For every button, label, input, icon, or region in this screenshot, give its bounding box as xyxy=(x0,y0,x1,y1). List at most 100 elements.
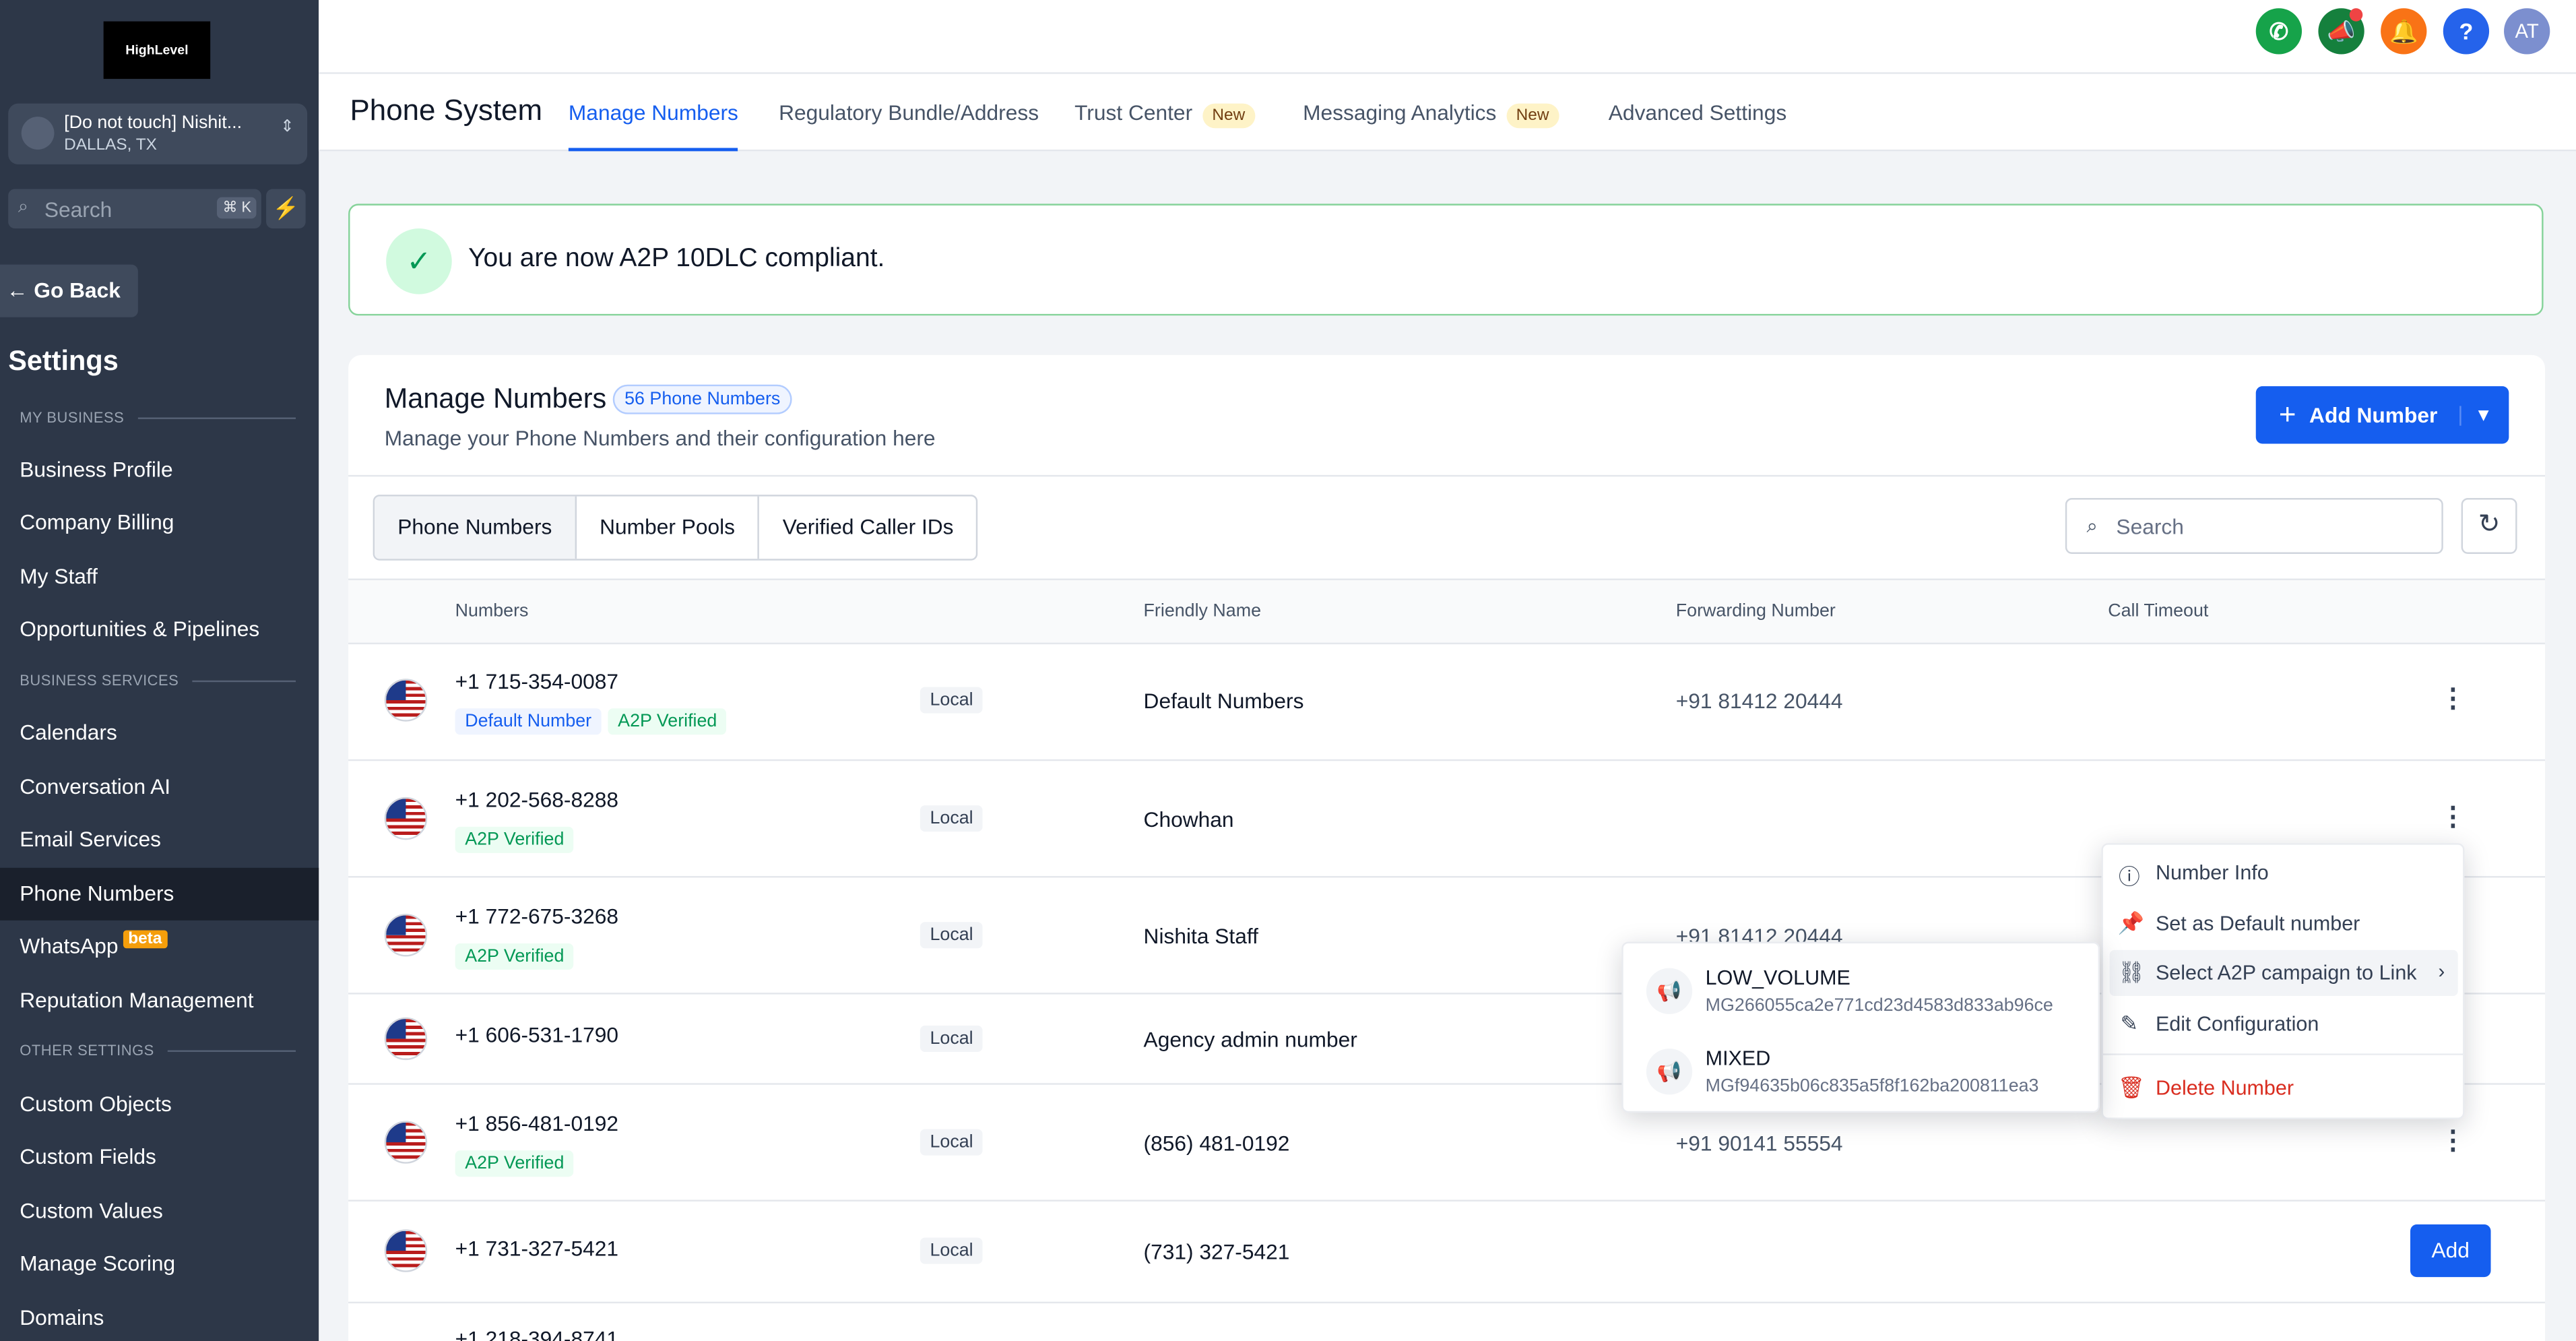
table-row[interactable]: +1 731-327-5421 Local (731) 327-5421 Add xyxy=(348,1202,2546,1304)
phone-number: +1 606-531-1790 xyxy=(455,1022,619,1047)
sidebar-item-manage-scoring[interactable]: Manage Scoring xyxy=(0,1238,319,1290)
refresh-icon[interactable]: ↻ xyxy=(2461,498,2517,554)
tab-trust-center[interactable]: Trust Center New xyxy=(1074,100,1255,148)
link-icon: ⛓ xyxy=(2117,960,2146,985)
friendly-name: (856) 481-0192 xyxy=(1143,1131,1290,1156)
col-call-timeout: Call Timeout xyxy=(2108,601,2209,621)
more-vertical-icon[interactable]: ⋮ xyxy=(2440,682,2466,715)
menu-label: Set as Default number xyxy=(2155,912,2360,935)
trust-center-label: Trust Center xyxy=(1074,100,1193,125)
tab-advanced-settings[interactable]: Advanced Settings xyxy=(1609,100,1786,148)
number-type-badge: Local xyxy=(920,805,984,832)
bell-icon[interactable]: 🔔 xyxy=(2381,8,2427,55)
sidebar-item-email-services[interactable]: Email Services xyxy=(0,813,319,866)
tab-manage-numbers[interactable]: Manage Numbers xyxy=(568,100,738,152)
tab-regulatory-bundle[interactable]: Regulatory Bundle/Address xyxy=(779,100,1039,148)
phone-number: +1 715-354-0087 xyxy=(455,668,619,694)
campaign-option-low-volume[interactable]: 📢 LOW_VOLUME MG266055ca2e771cd23d4583d83… xyxy=(1623,948,2098,1027)
new-badge: New xyxy=(1202,103,1255,129)
phone-number: +1 772-675-3268 xyxy=(455,904,619,929)
sidebar-item-reputation[interactable]: Reputation Management xyxy=(0,974,319,1027)
number-type-badge: Local xyxy=(920,922,984,949)
table-header: Numbers Friendly Name Forwarding Number … xyxy=(348,578,2546,645)
sidebar-item-opportunities[interactable]: Opportunities & Pipelines xyxy=(0,603,319,656)
more-vertical-icon[interactable]: ⋮ xyxy=(2440,801,2466,834)
megaphone-icon[interactable]: 📣 xyxy=(2318,8,2364,55)
sidebar-search-placeholder: Search xyxy=(44,197,112,222)
chevron-down-icon[interactable]: ▼ xyxy=(2459,405,2492,425)
section-label-my-business: MY BUSINESS xyxy=(20,409,296,425)
number-type-badge: Local xyxy=(920,1025,984,1052)
sidebar-item-conversation-ai[interactable]: Conversation AI xyxy=(0,761,319,813)
number-type-segments: Phone Numbers Number Pools Verified Call… xyxy=(373,495,979,561)
sidebar-item-domains[interactable]: Domains xyxy=(0,1292,319,1341)
sidebar-item-custom-fields[interactable]: Custom Fields xyxy=(0,1131,319,1183)
menu-label: Edit Configuration xyxy=(2155,1012,2319,1036)
menu-item-select-a2p-campaign[interactable]: ⛓ Select A2P campaign to Link › xyxy=(2109,949,2458,997)
user-avatar[interactable]: AT xyxy=(2504,8,2550,55)
table-row[interactable]: +1 715-354-0087 Default Number A2P Verifi… xyxy=(348,643,2546,761)
phone-number: +1 731-327-5421 xyxy=(455,1236,619,1261)
quick-action-bolt-icon[interactable]: ⚡ xyxy=(266,189,306,229)
menu-divider xyxy=(2102,1053,2464,1055)
sidebar-item-custom-values[interactable]: Custom Values xyxy=(0,1185,319,1238)
us-flag-icon xyxy=(384,914,428,957)
phone-number: +1 202-568-8288 xyxy=(455,787,619,812)
friendly-name: (731) 327-5421 xyxy=(1143,1239,1290,1264)
campaign-option-mixed[interactable]: 📢 MIXED MGf94635b06c835a5f8f162ba200811e… xyxy=(1623,1029,2098,1108)
menu-item-delete-number[interactable]: 🗑 Delete Number xyxy=(2110,1065,2458,1111)
us-flag-icon xyxy=(384,1229,428,1272)
plus-icon: + xyxy=(2278,398,2296,431)
sidebar-item-my-staff[interactable]: My Staff xyxy=(0,551,319,603)
compliance-banner: ✓ You are now A2P 10DLC compliant. xyxy=(348,204,2544,316)
sidebar-item-company-billing[interactable]: Company Billing xyxy=(0,497,319,549)
add-number-button[interactable]: + Add Number ▼ xyxy=(2255,386,2509,444)
a2p-verified-tag: A2P Verified xyxy=(608,708,727,735)
go-back-label: Go Back xyxy=(34,278,121,303)
manage-numbers-title: Manage Numbers xyxy=(384,383,607,414)
highlevel-logo[interactable]: HighLevel xyxy=(103,21,211,80)
add-button[interactable]: Add xyxy=(2410,1224,2491,1278)
col-friendly-name: Friendly Name xyxy=(1143,601,1262,621)
pin-icon: 📌 xyxy=(2117,910,2145,935)
account-avatar-icon xyxy=(21,117,55,150)
sidebar-search-input[interactable]: ⌕ Search ⌘ K xyxy=(8,189,261,229)
menu-item-set-default[interactable]: 📌 Set as Default number xyxy=(2110,901,2458,947)
help-icon[interactable]: ? xyxy=(2443,8,2490,55)
segment-verified-caller-ids[interactable]: Verified Caller IDs xyxy=(760,497,977,559)
col-forwarding-number: Forwarding Number xyxy=(1675,601,1836,621)
account-switcher[interactable]: [Do not touch] Nishit... DALLAS, TX ⇕ xyxy=(8,103,308,164)
campaign-name: MIXED xyxy=(1705,1047,1771,1070)
us-flag-icon xyxy=(384,1017,428,1061)
card-subtitle: Manage your Phone Numbers and their conf… xyxy=(384,425,936,451)
sidebar-title: Settings xyxy=(8,345,119,377)
segment-phone-numbers[interactable]: Phone Numbers xyxy=(375,496,577,559)
section-label-business-services: BUSINESS SERVICES xyxy=(20,673,296,689)
a2p-verified-tag: A2P Verified xyxy=(455,826,575,853)
sidebar-item-phone-numbers[interactable]: Phone Numbers xyxy=(0,867,319,921)
campaign-id: MGf94635b06c835a5f8f162ba200811ea3 xyxy=(1705,1076,2039,1096)
top-bar: ✆ 📣 🔔 ? AT xyxy=(319,0,2576,74)
sidebar-item-custom-objects[interactable]: Custom Objects xyxy=(0,1078,319,1131)
sidebar-item-whatsapp[interactable]: WhatsApp beta xyxy=(0,921,319,973)
chevron-right-icon: › xyxy=(2438,960,2445,983)
phone-system-tabs: Phone System Manage Numbers Regulatory B… xyxy=(319,73,2576,152)
menu-label: Select A2P campaign to Link xyxy=(2155,961,2417,985)
megaphone-icon: 📢 xyxy=(1646,968,1693,1014)
numbers-search-input[interactable]: ⌕ Search xyxy=(2065,498,2443,554)
phone-number: +1 856-481-0192 xyxy=(455,1111,619,1136)
phone-icon[interactable]: ✆ xyxy=(2255,8,2303,55)
segment-number-pools[interactable]: Number Pools xyxy=(577,496,760,559)
sidebar-item-calendars[interactable]: Calendars xyxy=(0,707,319,759)
sidebar-item-business-profile[interactable]: Business Profile xyxy=(0,444,319,497)
table-row[interactable]: +1 218-394-8741 xyxy=(348,1303,2545,1341)
tab-messaging-analytics[interactable]: Messaging Analytics New xyxy=(1303,100,1559,148)
card-title: Manage Numbers 56 Phone Numbers xyxy=(385,383,792,416)
a2p-campaign-submenu: 📢 LOW_VOLUME MG266055ca2e771cd23d4583d83… xyxy=(1621,941,2100,1113)
menu-item-edit-configuration[interactable]: ✎ Edit Configuration xyxy=(2110,1001,2458,1047)
more-vertical-icon[interactable]: ⋮ xyxy=(2440,1124,2466,1157)
new-badge: New xyxy=(1506,103,1559,129)
go-back-button[interactable]: ← Go Back xyxy=(0,264,138,317)
menu-item-number-info[interactable]: ⓘ Number Info xyxy=(2110,850,2458,896)
account-location: DALLAS, TX xyxy=(64,136,157,155)
